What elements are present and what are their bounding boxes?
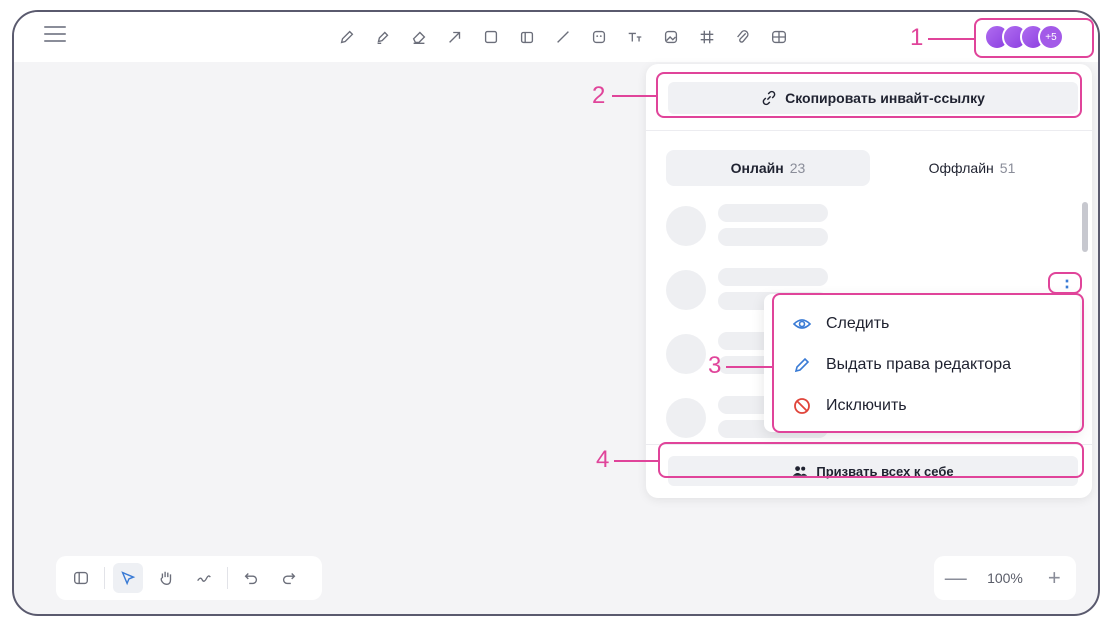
callout-number-1: 1: [910, 24, 924, 51]
zoom-out-button[interactable]: —: [944, 565, 968, 591]
grid-icon[interactable]: [692, 22, 722, 52]
callout-number-2: 2: [592, 82, 606, 109]
callout-box-4: [658, 442, 1084, 478]
scrollbar[interactable]: [1082, 202, 1088, 252]
hand-icon[interactable]: [151, 563, 181, 593]
text-icon[interactable]: [620, 22, 650, 52]
callout-box-1: [974, 18, 1094, 58]
table-icon[interactable]: [764, 22, 794, 52]
divider: [227, 567, 228, 589]
callout-line-1: [928, 38, 974, 40]
tab-online[interactable]: Онлайн 23: [666, 150, 870, 186]
online-count: 23: [789, 160, 806, 176]
undo-icon[interactable]: [236, 563, 266, 593]
sticky-note-icon[interactable]: [512, 22, 542, 52]
top-toolbar: +5: [14, 12, 1098, 62]
arrow-icon[interactable]: [440, 22, 470, 52]
divider: [646, 130, 1092, 131]
tab-online-label: Онлайн: [730, 160, 784, 176]
callout-box-more: [1048, 272, 1082, 294]
tab-offline[interactable]: Оффлайн 51: [870, 150, 1074, 186]
sidebar-toggle-icon[interactable]: [66, 563, 96, 593]
callout-number-4: 4: [596, 446, 610, 473]
bottom-toolbar: [56, 556, 322, 600]
zoom-level: 100%: [987, 570, 1023, 586]
attachment-icon[interactable]: [728, 22, 758, 52]
sticker-icon[interactable]: [584, 22, 614, 52]
select-cursor-icon[interactable]: [113, 563, 143, 593]
rectangle-icon[interactable]: [476, 22, 506, 52]
redo-icon[interactable]: [274, 563, 304, 593]
pencil-icon[interactable]: [332, 22, 362, 52]
user-row-skeleton: [666, 204, 966, 252]
callout-number-3: 3: [708, 352, 722, 379]
offline-count: 51: [999, 160, 1016, 176]
tab-offline-label: Оффлайн: [928, 160, 994, 176]
callout-line-4: [614, 460, 658, 462]
eraser-icon[interactable]: [404, 22, 434, 52]
line-icon[interactable]: [548, 22, 578, 52]
hamburger-menu-button[interactable]: [44, 26, 66, 44]
divider: [104, 567, 105, 589]
zoom-control: — 100% +: [934, 556, 1076, 600]
drawing-tools: [332, 22, 794, 52]
zoom-in-button[interactable]: +: [1042, 565, 1066, 591]
callout-box-2: [656, 72, 1082, 118]
image-icon[interactable]: [656, 22, 686, 52]
marker-icon[interactable]: [368, 22, 398, 52]
lasso-icon[interactable]: [189, 563, 219, 593]
presence-tabs: Онлайн 23 Оффлайн 51: [666, 150, 1074, 186]
callout-line-3: [726, 366, 772, 368]
callout-box-3: [772, 293, 1084, 433]
callout-line-2: [612, 95, 656, 97]
